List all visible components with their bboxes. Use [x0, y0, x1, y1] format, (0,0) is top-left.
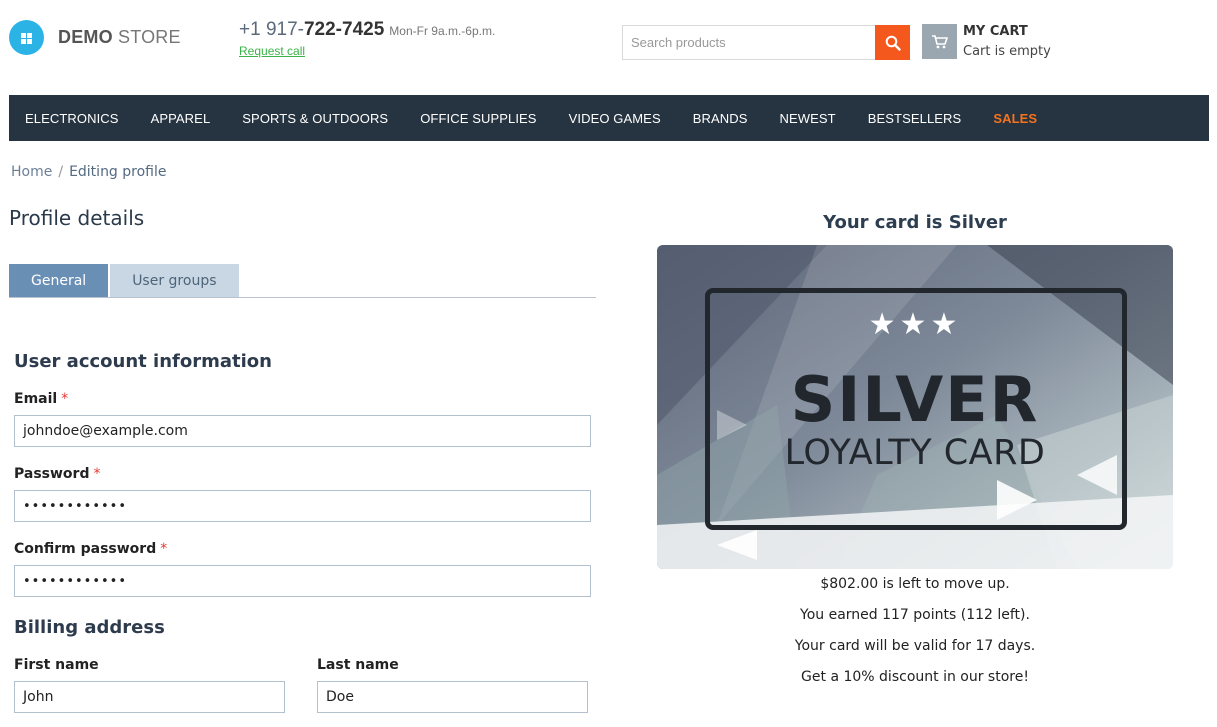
search-button[interactable] [875, 25, 910, 60]
confirm-password-label: Confirm password * [14, 541, 168, 557]
account-section-title: User account information [14, 351, 272, 372]
nav-item-video-games[interactable]: VIDEO GAMES [569, 111, 661, 126]
required-mark: * [61, 391, 69, 407]
cart-status: Cart is empty [963, 44, 1051, 59]
password-label: Password * [14, 466, 101, 482]
nav-item-bestsellers[interactable]: BESTSELLERS [868, 111, 962, 126]
card-tier: SILVER [790, 363, 1040, 436]
password-field[interactable]: •••••••••••• [14, 490, 591, 522]
last-name-field[interactable]: Doe [317, 681, 588, 713]
breadcrumb-separator: / [58, 164, 64, 180]
store-logo[interactable]: DEMO STORE [9, 20, 181, 55]
loyalty-info-amount: $802.00 is left to move up. [820, 576, 1010, 592]
breadcrumb: Home / Editing profile [11, 164, 167, 180]
tab-user-groups[interactable]: User groups [110, 264, 239, 297]
search-icon [885, 35, 901, 51]
cart-widget[interactable]: MY CART Cart is empty [922, 24, 1051, 59]
card-stars-icon: ★★★ [868, 307, 962, 342]
phone-prefix: +1 917- [239, 19, 304, 40]
loyalty-card-image: ★★★ SILVER LOYALTY CARD [657, 245, 1173, 569]
request-call-link[interactable]: Request call [239, 44, 495, 58]
last-name-label: Last name [317, 657, 399, 673]
first-name-field[interactable]: John [14, 681, 285, 713]
nav-item-sales[interactable]: SALES [993, 111, 1037, 126]
nav-item-newest[interactable]: NEWEST [780, 111, 836, 126]
email-label: Email * [14, 391, 69, 407]
tab-general[interactable]: General [9, 264, 109, 297]
contact-phone: +1 917- 722-7425 Mon-Fr 9a.m.-6p.m. Requ… [239, 19, 495, 58]
email-field[interactable]: johndoe@example.com [14, 415, 591, 447]
main-nav: ELECTRONICS APPAREL SPORTS & OUTDOORS OF… [9, 95, 1209, 141]
cart-icon[interactable] [922, 24, 957, 59]
phone-number: 722-7425 [303, 19, 385, 40]
profile-tabs: General User groups [9, 264, 596, 298]
confirm-password-field[interactable]: •••••••••••• [14, 565, 591, 597]
loyalty-info-points: You earned 117 points (112 left). [800, 607, 1030, 623]
loyalty-info-discount: Get a 10% discount in our store! [801, 669, 1029, 685]
breadcrumb-current: Editing profile [69, 164, 167, 180]
billing-section-title: Billing address [14, 617, 165, 638]
nav-item-office-supplies[interactable]: OFFICE SUPPLIES [420, 111, 536, 126]
loyalty-info-validity: Your card will be valid for 17 days. [794, 638, 1036, 654]
required-mark: * [160, 541, 168, 557]
logo-icon [9, 20, 44, 55]
nav-item-sports-outdoors[interactable]: SPORTS & OUTDOORS [242, 111, 388, 126]
search-input[interactable]: Search products [622, 25, 875, 60]
phone-hours: Mon-Fr 9a.m.-6p.m. [389, 24, 496, 38]
cart-title[interactable]: MY CART [963, 24, 1051, 39]
loyalty-heading: Your card is Silver [823, 212, 1007, 233]
breadcrumb-home[interactable]: Home [11, 164, 52, 180]
nav-item-apparel[interactable]: APPAREL [151, 111, 211, 126]
nav-item-brands[interactable]: BRANDS [693, 111, 748, 126]
search-bar: Search products [622, 25, 910, 60]
required-mark: * [93, 466, 101, 482]
card-subtitle: LOYALTY CARD [784, 433, 1046, 473]
first-name-label: First name [14, 657, 99, 673]
page-title: Profile details [9, 206, 145, 230]
logo-text: DEMO STORE [58, 27, 181, 47]
nav-item-electronics[interactable]: ELECTRONICS [25, 111, 119, 126]
